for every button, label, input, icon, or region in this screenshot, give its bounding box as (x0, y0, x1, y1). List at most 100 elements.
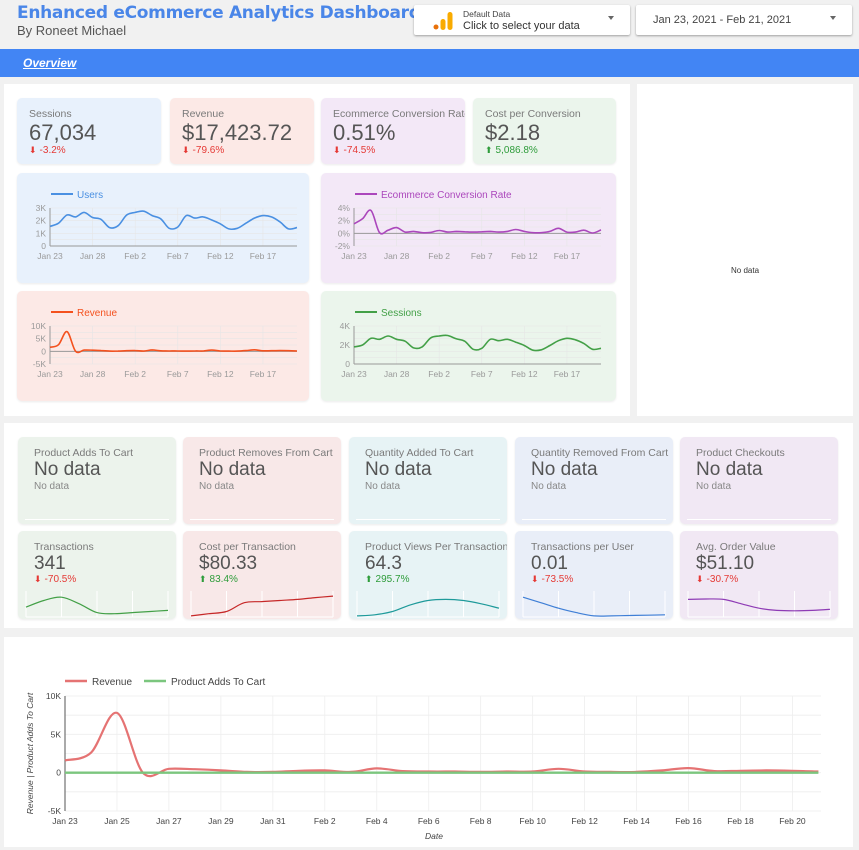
kpi-card: Product Views Per Transaction 64.3 ⬆ 295.7% (349, 531, 507, 619)
y-tick-label: 0 (56, 768, 61, 778)
kpi-label: Quantity Removed From Cart (531, 447, 669, 459)
arrow-down-icon: ⬇ (34, 574, 42, 584)
x-tick-label: Jan 28 (80, 251, 106, 261)
chart-svg: Ecommerce Conversion Rate -2% 0% 2% 4% Jan 23… (335, 190, 602, 261)
x-tick-label: Feb 7 (167, 251, 189, 261)
spark-baseline (687, 519, 831, 520)
kpi-label: Cost per Transaction (199, 541, 296, 553)
kpi-label: Revenue (182, 108, 225, 120)
y-tick-label: -5K (33, 359, 47, 369)
kpi-value: No data (34, 459, 101, 480)
x-tick-label: Jan 31 (260, 816, 286, 826)
x-tick-label: Jan 23 (37, 369, 63, 379)
x-tick-label: Jan 27 (156, 816, 182, 826)
arrow-up-icon: ⬆ (199, 574, 207, 584)
kpi-value: No data (696, 459, 763, 480)
kpi-card: Ecommerce Conversion Rate 0.51% ⬇ -74.5% (321, 98, 465, 164)
x-tick-label: Jan 29 (208, 816, 234, 826)
no-data-message: No data (731, 266, 760, 275)
x-tick-label: Jan 23 (341, 369, 367, 379)
kpi-value: 67,034 (29, 120, 97, 145)
y-tick-label: 2K (340, 340, 351, 350)
legend-label[interactable]: Product Adds To Cart (171, 677, 266, 688)
kpi-delta: ⬆ 5,086.8% (485, 145, 538, 156)
chevron-down-icon (608, 16, 614, 20)
kpi-label: Product Checkouts (696, 447, 785, 459)
y-tick-label: 0 (345, 359, 350, 369)
y-axis-label: Revenue | Product Adds To Cart (25, 692, 35, 814)
x-tick-label: Feb 17 (554, 369, 581, 379)
x-tick-label: Jan 28 (384, 251, 410, 261)
arrow-down-icon: ⬇ (333, 145, 341, 155)
x-tick-label: Feb 12 (511, 369, 538, 379)
data-source-selector[interactable]: Default Data Click to select your data (414, 5, 630, 35)
line-chart-revenue: Revenue -5K 0 5K 10K Jan 23 Jan 28 Feb 2 Feb 7 Fe… (17, 291, 309, 401)
chevron-down-icon (830, 16, 836, 20)
kpi-delta-value: -74.5% (343, 145, 376, 156)
tab-overview[interactable]: Overview (23, 56, 76, 70)
side-panel: No data (637, 84, 853, 416)
kpi-card: Avg. Order Value $51.10 ⬇ -30.7% (680, 531, 838, 619)
spark-baseline (356, 519, 500, 520)
x-axis-label: Date (425, 831, 443, 841)
chart-svg: Revenue -5K 0 5K 10K Jan 23 Jan 28 Feb 2 Feb 7 Fe… (31, 308, 298, 379)
spark-baseline (190, 519, 334, 520)
kpi-card: Product Checkouts No data No data (680, 437, 838, 524)
x-tick-label: Feb 10 (519, 816, 546, 826)
kpi-delta-value: -3.2% (39, 145, 66, 156)
y-tick-label: 5K (36, 334, 47, 344)
kpi-delta-value: 83.4% (209, 574, 238, 585)
google-analytics-icon (433, 12, 453, 30)
x-tick-label: Feb 17 (250, 369, 277, 379)
kpi-value: 0.01 (531, 553, 568, 574)
y-tick-label: -5K (48, 806, 62, 816)
x-tick-label: Feb 2 (428, 251, 450, 261)
kpi-card: Product Removes From Cart No data No data (183, 437, 341, 524)
kpi-delta: ⬇ -79.6% (182, 145, 224, 156)
x-tick-label: Feb 20 (779, 816, 806, 826)
series-line (353, 334, 602, 352)
kpi-card: Transactions 341 ⬇ -70.5% (18, 531, 176, 619)
kpi-delta-value: 295.7% (375, 574, 410, 585)
series-line (49, 210, 298, 231)
spark-baseline (522, 519, 666, 520)
x-tick-label: Feb 2 (124, 369, 146, 379)
x-tick-label: Feb 2 (428, 369, 450, 379)
sparkline (25, 591, 169, 618)
y-tick-label: 10K (46, 691, 61, 701)
data-source-label: Default Data (463, 9, 511, 19)
y-tick-label: 3K (36, 203, 47, 213)
kpi-sub: No data (199, 481, 235, 492)
kpi-value: $51.10 (696, 553, 755, 574)
legend-label[interactable]: Revenue (92, 677, 132, 688)
kpi-delta: ⬇ -30.7% (696, 574, 738, 585)
arrow-down-icon: ⬇ (531, 574, 539, 584)
kpi-delta-value: -30.7% (706, 574, 739, 585)
kpi-card: Quantity Added To Cart No data No data (349, 437, 507, 524)
kpi-card: Quantity Removed From Cart No data No data (515, 437, 673, 524)
x-tick-label: Jan 23 (37, 251, 63, 261)
kpi-delta: ⬆ 295.7% (365, 574, 409, 585)
sparkline (522, 591, 666, 618)
x-tick-label: Feb 7 (471, 251, 493, 261)
spark-baseline (25, 519, 169, 520)
kpi-delta-value: -79.6% (192, 145, 225, 156)
kpi-sub: No data (531, 481, 567, 492)
x-tick-label: Feb 16 (675, 816, 702, 826)
header: Enhanced eCommerce Analytics Dashboard B… (0, 0, 859, 48)
x-tick-label: Feb 17 (554, 251, 581, 261)
kpi-card: Transactions per User 0.01 ⬇ -73.5% (515, 531, 673, 619)
date-range-picker[interactable]: Jan 23, 2021 - Feb 21, 2021 (636, 5, 852, 35)
kpi-delta: ⬇ -73.5% (531, 574, 573, 585)
kpi-value: $17,423.72 (182, 120, 293, 145)
data-source-action: Click to select your data (463, 20, 580, 32)
arrow-down-icon: ⬇ (29, 145, 37, 155)
y-tick-label: 5K (51, 729, 62, 739)
kpi-sub: No data (34, 481, 70, 492)
kpi-card: Sessions 67,034 ⬇ -3.2% (17, 98, 161, 164)
sparkline (190, 591, 334, 618)
sparkline (356, 591, 500, 618)
line-chart-ecommerce-conversion-rate: Ecommerce Conversion Rate -2% 0% 2% 4% Jan 23… (321, 173, 616, 283)
x-tick-label: Feb 7 (167, 369, 189, 379)
kpi-value: No data (199, 459, 266, 480)
